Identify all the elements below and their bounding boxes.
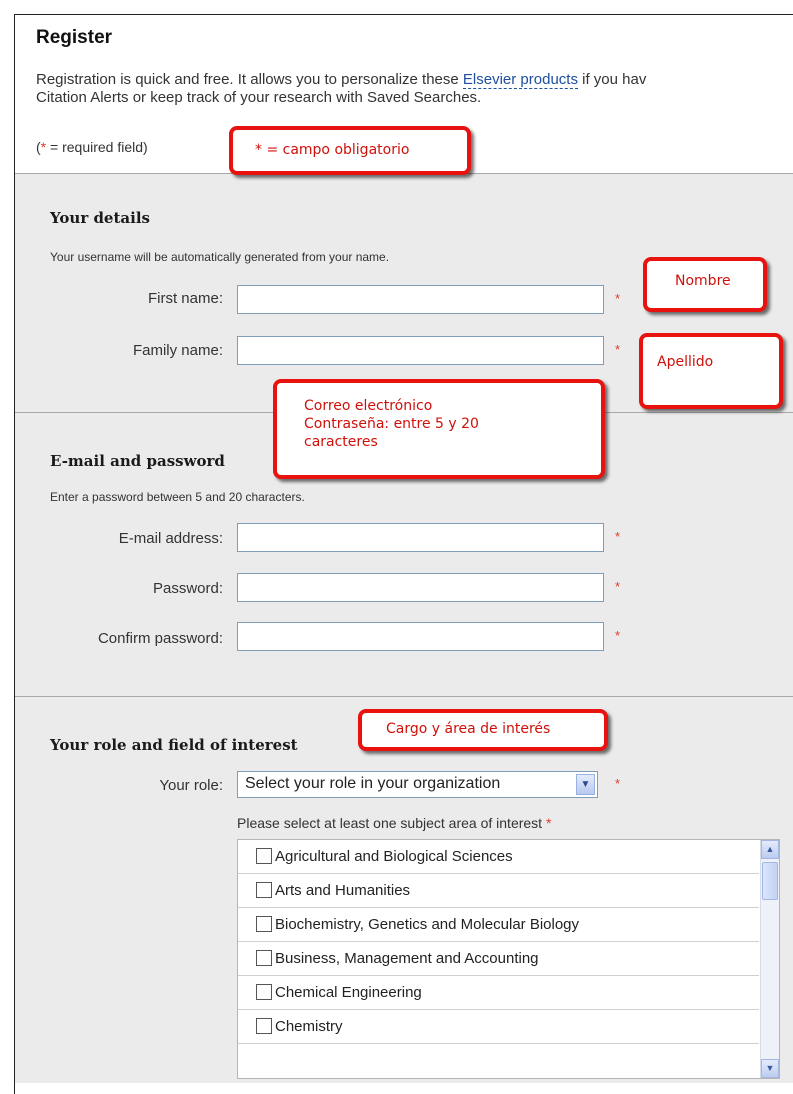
required-star: *	[615, 291, 621, 306]
subject-item[interactable]: Chemical Engineering	[238, 976, 759, 1010]
role-select[interactable]: Select your role in your organization ▼	[237, 771, 598, 798]
scrollbar[interactable]: ▲ ▼	[760, 840, 779, 1078]
intro-suffix: if you hav	[577, 71, 647, 88]
callout-role-text: Cargo y área de interés	[386, 721, 551, 737]
chevron-down-icon[interactable]: ▼	[576, 774, 595, 795]
required-star: *	[615, 342, 621, 357]
required-star: *	[615, 628, 621, 643]
arrow-up-icon[interactable]: ▲	[761, 840, 779, 859]
subject-item[interactable]: Agricultural and Biological Sciences	[238, 840, 759, 874]
role-select-value: Select your role in your organization	[245, 775, 501, 792]
email-label: E-mail address:	[118, 530, 223, 547]
checkbox[interactable]	[256, 950, 272, 966]
subject-prompt-text: Please select at least one subject area …	[237, 815, 543, 831]
section-title-details: Your details	[50, 209, 150, 227]
confirm-password-label: Confirm password:	[97, 630, 223, 647]
intro-line2: Citation Alerts or keep track of your re…	[36, 89, 482, 106]
checkbox[interactable]	[256, 1018, 272, 1034]
register-page: Register Registration is quick and free.…	[14, 14, 793, 1094]
callout-email-line3: caracteres	[304, 434, 378, 450]
intro-text: Registration is quick and free. It allow…	[36, 71, 793, 107]
subject-label: Agricultural and Biological Sciences	[275, 848, 513, 865]
checkbox[interactable]	[256, 984, 272, 1000]
callout-email-password: Correo electrónico Contraseña: entre 5 y…	[273, 379, 605, 479]
email-field[interactable]	[237, 523, 604, 552]
section-divider	[15, 696, 793, 697]
callout-required-field: * = campo obligatorio	[229, 126, 471, 175]
intro-prefix: Registration is quick and free. It allow…	[36, 71, 463, 88]
section-title-role: Your role and field of interest	[50, 736, 298, 754]
scrollbar-thumb[interactable]	[762, 862, 778, 900]
password-field[interactable]	[237, 573, 604, 602]
subject-label: Chemical Engineering	[275, 984, 422, 1001]
required-star: *	[545, 815, 552, 831]
callout-required-text: * = campo obligatorio	[255, 142, 410, 158]
callout-first-name: Nombre	[643, 257, 767, 312]
page-title: Register	[36, 27, 113, 48]
subject-label: Chemistry	[275, 1018, 343, 1035]
first-name-field[interactable]	[237, 285, 604, 314]
section-title-email-password: E-mail and password	[50, 452, 225, 470]
subject-item[interactable]: Arts and Humanities	[238, 874, 759, 908]
confirm-password-field[interactable]	[237, 622, 604, 651]
required-note-rest: = required field)	[46, 139, 148, 155]
checkbox[interactable]	[256, 916, 272, 932]
checkbox[interactable]	[256, 882, 272, 898]
elsevier-products-link[interactable]: Elsevier products	[462, 71, 578, 89]
callout-first-name-text: Nombre	[675, 273, 731, 289]
callout-email-line2: Contraseña: entre 5 y 20	[304, 416, 479, 432]
required-field-note: (* = required field)	[36, 139, 148, 155]
details-hint: Your username will be automatically gene…	[50, 250, 390, 264]
subject-label: Biochemistry, Genetics and Molecular Bio…	[275, 916, 580, 933]
subject-area-list[interactable]: Agricultural and Biological Sciences Art…	[237, 839, 780, 1079]
callout-role: Cargo y área de interés	[358, 709, 608, 751]
subject-label: Arts and Humanities	[275, 882, 411, 899]
subject-item[interactable]: Chemistry	[238, 1010, 759, 1044]
required-star: *	[615, 776, 621, 791]
required-star: *	[615, 529, 621, 544]
callout-email-line1: Correo electrónico	[304, 398, 433, 414]
password-label: Password:	[152, 580, 223, 597]
callout-family-name: Apellido	[639, 333, 783, 409]
subject-item[interactable]: Biochemistry, Genetics and Molecular Bio…	[238, 908, 759, 942]
checkbox[interactable]	[256, 848, 272, 864]
role-label: Your role:	[159, 777, 223, 794]
callout-family-name-text: Apellido	[657, 354, 714, 370]
required-star: *	[615, 579, 621, 594]
family-name-label: Family name:	[132, 342, 223, 359]
arrow-down-icon[interactable]: ▼	[761, 1059, 779, 1078]
first-name-label: First name:	[147, 290, 223, 307]
subject-label: Business, Management and Accounting	[275, 950, 539, 967]
subject-prompt: Please select at least one subject area …	[237, 815, 551, 831]
family-name-field[interactable]	[237, 336, 604, 365]
email-password-hint: Enter a password between 5 and 20 charac…	[50, 490, 305, 504]
subject-item[interactable]: Business, Management and Accounting	[238, 942, 759, 976]
